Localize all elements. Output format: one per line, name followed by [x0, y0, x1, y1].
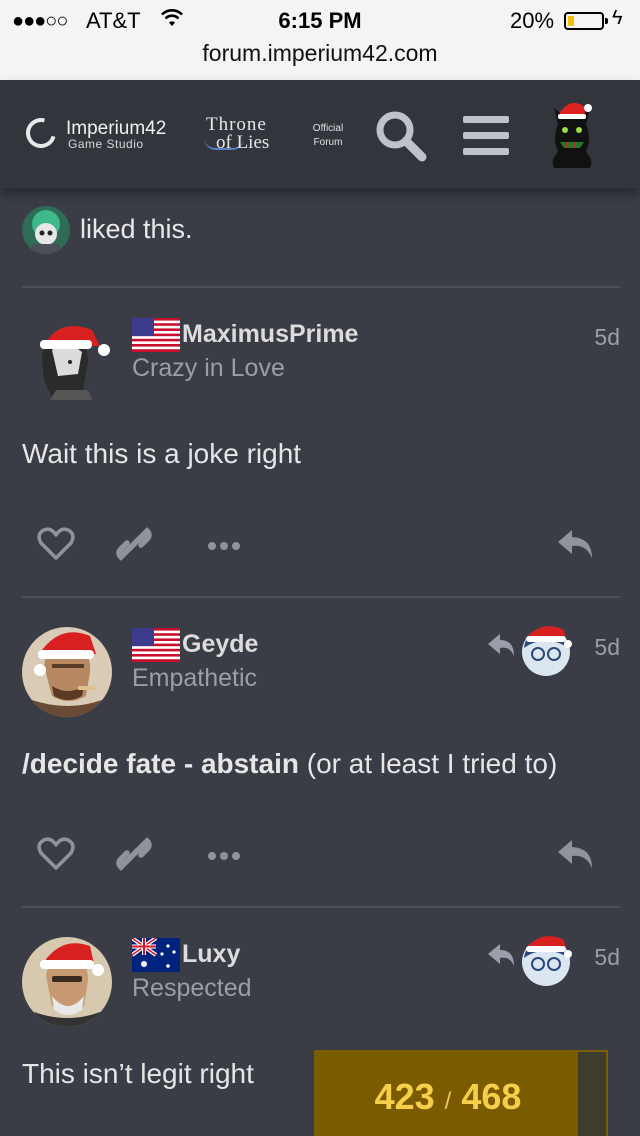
post-divider — [22, 906, 620, 908]
post-date[interactable]: 5d — [594, 634, 620, 661]
post-body: Wait this is a joke right — [22, 438, 302, 469]
hamburger-menu-button[interactable] — [456, 108, 516, 164]
username[interactable]: MaximusPrime — [182, 320, 358, 349]
share-link-button[interactable] — [114, 834, 154, 874]
reply-arrow-icon — [558, 530, 592, 558]
throne-of-lies-logo[interactable]: Throne of Lies — [204, 114, 296, 154]
address-bar[interactable]: forum.imperium42.com — [0, 40, 640, 67]
hamburger-icon — [463, 116, 509, 155]
user-title: Empathetic — [132, 664, 258, 692]
studio-subtitle: Game Studio — [68, 137, 144, 151]
imperium42-logo[interactable]: Imperium42 Game Studio — [20, 112, 194, 156]
imperium42-swirl-icon — [20, 112, 62, 154]
heart-icon — [37, 837, 75, 870]
liked-this-text: liked this. — [80, 214, 193, 244]
us-flag-icon — [132, 318, 180, 352]
post-divider — [22, 596, 620, 598]
link-icon — [116, 837, 152, 871]
user-avatar[interactable] — [22, 936, 112, 1028]
user-avatar[interactable] — [22, 316, 112, 408]
reply-to-arrow-icon — [488, 944, 514, 966]
user-avatar[interactable] — [22, 626, 112, 718]
username[interactable]: Geyde — [182, 630, 258, 659]
status-bar: ●●●○○ AT&T 6:15 PM 20% ϟ — [0, 6, 640, 36]
ios-browser-chrome: ●●●○○ AT&T 6:15 PM 20% ϟ forum.imperium4… — [0, 0, 640, 80]
reply-button[interactable] — [556, 834, 596, 874]
more-actions-button[interactable] — [204, 524, 244, 564]
official-label: Official — [312, 123, 344, 134]
username[interactable]: Luxy — [182, 940, 240, 969]
heart-icon — [37, 527, 75, 560]
post-date[interactable]: 5d — [594, 944, 620, 971]
post-body-command: /decide fate - abstain — [22, 748, 299, 779]
official-forum-label: Official Forum — [306, 122, 350, 150]
forum-header: Imperium42 Game Studio Throne of Lies Of… — [0, 80, 640, 188]
share-link-button[interactable] — [114, 524, 154, 564]
reply-button[interactable] — [556, 524, 596, 564]
post-actions — [0, 834, 640, 874]
post-date[interactable]: 5d — [594, 324, 620, 351]
ellipsis-icon — [208, 852, 240, 860]
battery-percentage: 20% — [510, 8, 555, 33]
reply-to-indicator[interactable] — [486, 622, 576, 678]
charging-bolt-icon: ϟ — [612, 7, 623, 29]
search-icon — [376, 111, 427, 162]
current-post-number: 423 — [374, 1076, 435, 1117]
reply-to-indicator[interactable] — [486, 932, 576, 988]
reply-to-arrow-icon — [488, 634, 514, 656]
reply-arrow-icon — [558, 840, 592, 868]
au-flag-icon — [130, 936, 180, 972]
liker-avatar[interactable] — [22, 206, 70, 254]
post-body-rest: (or at least I tried to) — [298, 748, 558, 779]
user-title: Respected — [132, 974, 252, 1002]
search-button[interactable] — [370, 108, 430, 164]
counter-separator: / — [444, 1088, 452, 1115]
post-counter: 423 / 468 — [316, 1076, 580, 1118]
post-divider — [22, 286, 620, 288]
forum-label: Forum — [313, 137, 343, 148]
ellipsis-icon — [208, 542, 240, 550]
post-body: This isn’t legit right — [22, 1058, 254, 1089]
total-post-count: 468 — [461, 1076, 522, 1117]
link-icon — [116, 527, 152, 561]
game-title-line2: of Lies — [216, 132, 270, 153]
current-user-avatar[interactable] — [540, 98, 604, 172]
battery-icon — [564, 12, 608, 30]
more-actions-button[interactable] — [204, 834, 244, 874]
post-body: /decide fate - abstain (or at least I tr… — [22, 748, 557, 780]
post-actions — [0, 524, 640, 564]
like-button[interactable] — [36, 834, 76, 874]
us-flag-icon — [132, 628, 180, 662]
topic-progress[interactable]: 423 / 468 — [314, 1050, 608, 1136]
user-title: Crazy in Love — [132, 354, 285, 382]
like-button[interactable] — [36, 524, 76, 564]
